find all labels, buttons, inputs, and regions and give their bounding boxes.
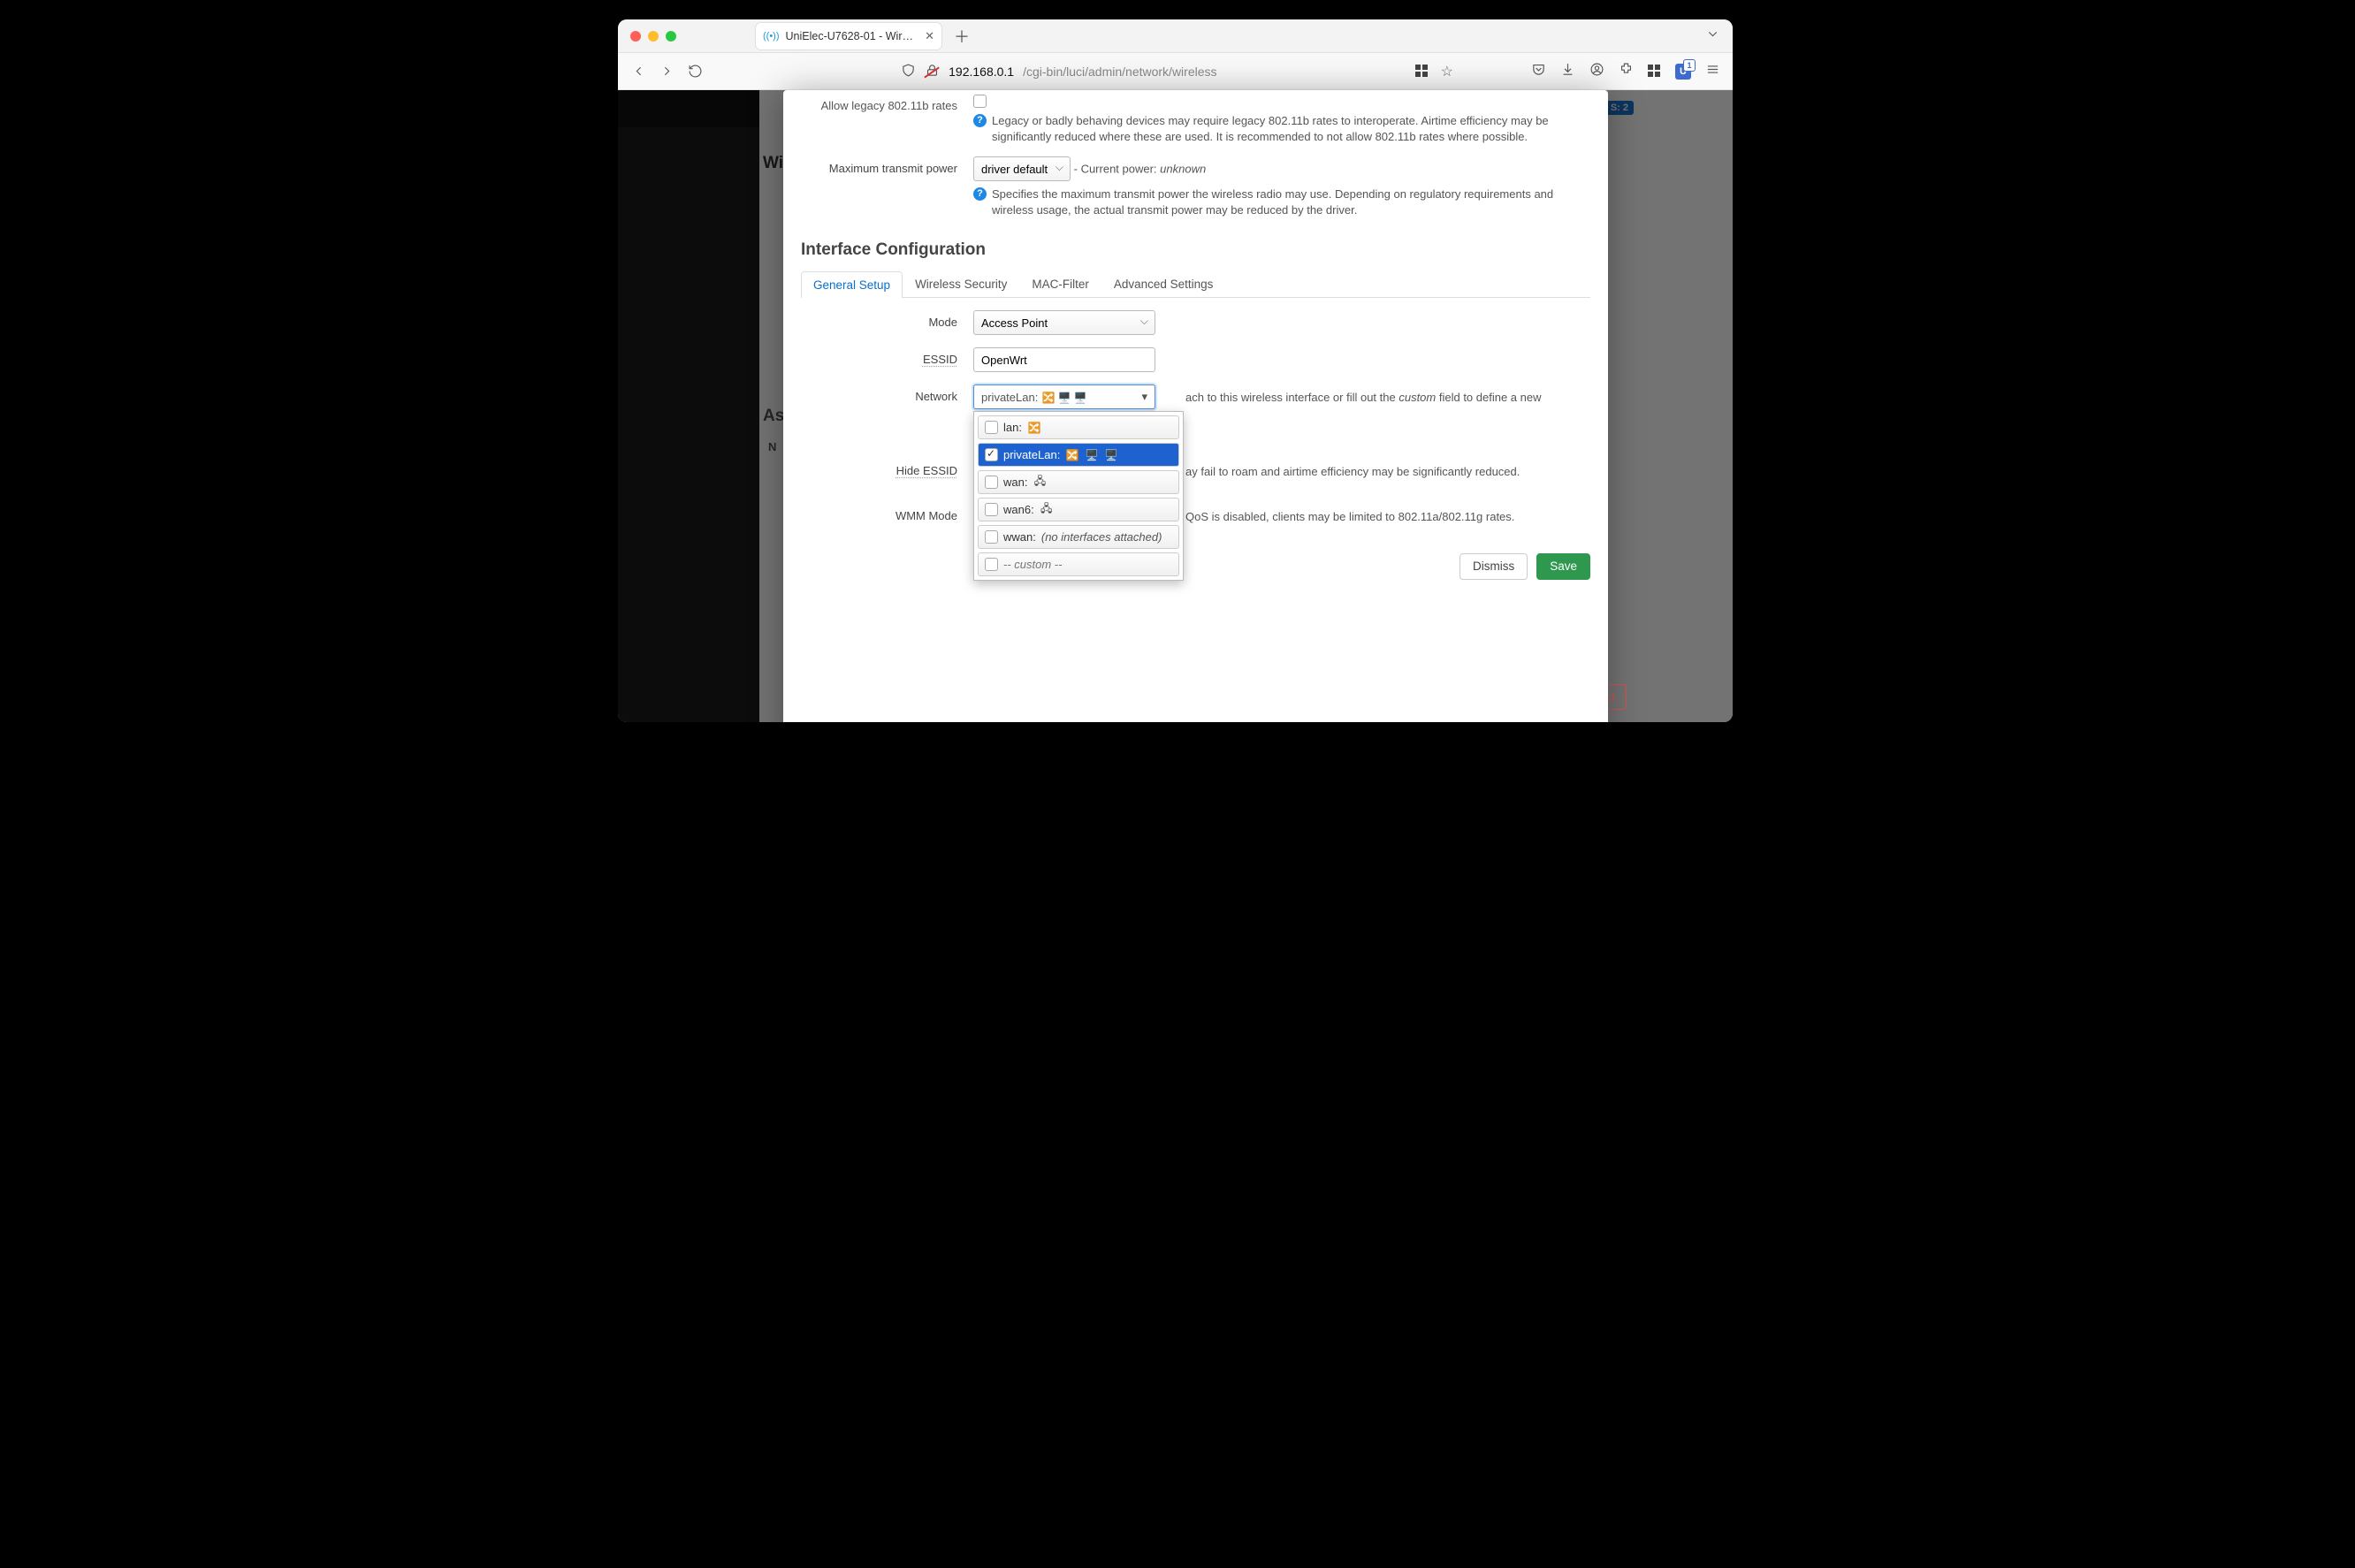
network-label: Network: [801, 384, 973, 403]
network-dropdown: lan: 🔀 privateLan: 🔀 🖥️ 🖥️: [973, 411, 1184, 581]
network-selected-value: privateLan:: [981, 391, 1038, 404]
device-icon: 🖥️: [1085, 449, 1099, 461]
option-checkbox[interactable]: [985, 503, 998, 516]
hide-essid-help: ay fail to roam and airtime efficiency m…: [1185, 464, 1520, 480]
hamburger-icon[interactable]: [1705, 62, 1720, 81]
dropdown-option-privatelan[interactable]: privateLan: 🔀 🖥️ 🖥️: [978, 443, 1179, 467]
extension-badge[interactable]: U: [1675, 64, 1691, 80]
network-multiselect[interactable]: privateLan: 🔀 🖥️ 🖥️ ▾: [973, 384, 1155, 409]
device-icon: 🖥️: [1104, 449, 1118, 461]
device-icon: 🖥️: [1057, 392, 1071, 404]
tx-power-help: Specifies the maximum transmit power the…: [992, 186, 1590, 217]
shield-icon[interactable]: [901, 63, 916, 80]
essid-label: ESSID: [801, 347, 973, 366]
tx-power-row: Maximum transmit power driver default - …: [801, 156, 1590, 217]
window-minimize[interactable]: [648, 31, 659, 42]
caret-down-icon: ▾: [1141, 390, 1147, 404]
extensions-icon[interactable]: [1619, 62, 1634, 81]
bridge-icon: 🔀: [1065, 449, 1079, 461]
tab-general-setup[interactable]: General Setup: [801, 271, 903, 298]
tx-power-label: Maximum transmit power: [801, 156, 973, 175]
dropdown-option-wan6[interactable]: wan6: 🖧: [978, 498, 1179, 521]
window-close[interactable]: [630, 31, 641, 42]
device-icon: 🖥️: [1073, 392, 1087, 404]
insecure-lock-icon[interactable]: [925, 63, 940, 80]
browser-tab[interactable]: ((•)) UniElec-U7628-01 - Wireless - ✕: [756, 23, 941, 49]
download-icon[interactable]: [1560, 62, 1575, 81]
interface-tabs: General Setup Wireless Security MAC-Filt…: [801, 270, 1590, 298]
grid-icon[interactable]: [1415, 65, 1429, 78]
hide-essid-row: Hide ESSID ay fail to roam and airtime e…: [801, 459, 1590, 480]
account-icon[interactable]: [1589, 62, 1604, 81]
page-content: S: 2 Wi As N 🖥️ Master "WhiteHouse- 50:C…: [618, 90, 1733, 722]
info-icon: ?: [973, 114, 987, 127]
url-path: /cgi-bin/luci/admin/network/wireless: [1023, 65, 1216, 79]
reload-button[interactable]: [687, 64, 703, 80]
toolbar-right: U: [1531, 62, 1720, 81]
interface-icons: 🔀 🖥️ 🖥️: [1041, 392, 1087, 404]
toolbar: 192.168.0.1/cgi-bin/luci/admin/network/w…: [618, 53, 1733, 90]
hide-essid-label: Hide ESSID: [801, 459, 973, 477]
dismiss-button[interactable]: Dismiss: [1459, 553, 1528, 580]
option-checkbox[interactable]: [985, 421, 998, 434]
bridge-icon: 🔀: [1041, 392, 1056, 404]
url-host: 192.168.0.1: [949, 65, 1014, 79]
dropdown-option-wan[interactable]: wan: 🖧: [978, 470, 1179, 494]
legacy-rates-checkbox[interactable]: [973, 95, 987, 108]
pocket-icon[interactable]: [1531, 62, 1546, 81]
bookmark-star-icon[interactable]: ☆: [1441, 63, 1453, 80]
tx-power-note: - Current power: unknown: [1074, 163, 1207, 176]
mode-label: Mode: [801, 310, 973, 329]
option-checkbox[interactable]: [985, 476, 998, 489]
option-checkbox[interactable]: [985, 448, 998, 461]
browser-window: ((•)) UniElec-U7628-01 - Wireless - ✕ ＋: [618, 19, 1733, 722]
bridge-icon: 🔀: [1027, 422, 1041, 434]
legacy-rates-help: Legacy or badly behaving devices may req…: [992, 113, 1590, 144]
back-button[interactable]: [630, 64, 646, 80]
dropdown-option-wwan[interactable]: wwan: (no interfaces attached): [978, 525, 1179, 549]
tx-power-select[interactable]: driver default: [973, 156, 1071, 181]
mode-row: Mode Access Point: [801, 310, 1590, 335]
info-icon: ?: [973, 187, 987, 201]
tab-wireless-security[interactable]: Wireless Security: [903, 270, 1019, 297]
custom-network-input[interactable]: [1003, 558, 1172, 571]
interface-config-heading: Interface Configuration: [801, 240, 1590, 260]
traffic-lights: [630, 31, 676, 42]
option-checkbox[interactable]: [985, 558, 998, 571]
option-checkbox[interactable]: [985, 530, 998, 544]
legacy-rates-row: Allow legacy 802.11b rates ? Legacy or b…: [801, 94, 1590, 144]
dropdown-option-custom[interactable]: [978, 552, 1179, 576]
legacy-rates-label: Allow legacy 802.11b rates: [801, 94, 973, 112]
titlebar: ((•)) UniElec-U7628-01 - Wireless - ✕ ＋: [618, 19, 1733, 53]
forward-button[interactable]: [659, 64, 674, 80]
ethernet-icon: 🖧: [1040, 504, 1054, 516]
wmm-row: WMM Mode QoS is disabled, clients may be…: [801, 504, 1590, 525]
tab-title: UniElec-U7628-01 - Wireless -: [786, 30, 919, 42]
window-zoom[interactable]: [666, 31, 676, 42]
modal-buttons: Dismiss Save: [801, 553, 1590, 580]
mode-select[interactable]: Access Point: [973, 310, 1155, 335]
essid-input[interactable]: [973, 347, 1155, 372]
save-button[interactable]: Save: [1536, 553, 1590, 580]
network-row: Network privateLan: 🔀 🖥️ 🖥️: [801, 384, 1590, 406]
tabs-chevron-icon[interactable]: [1705, 27, 1720, 46]
network-help: ach to this wireless interface or fill o…: [1185, 390, 1542, 406]
ethernet-icon: 🖧: [1033, 476, 1047, 489]
dropdown-option-lan[interactable]: lan: 🔀: [978, 415, 1179, 439]
url-bar[interactable]: 192.168.0.1/cgi-bin/luci/admin/network/w…: [715, 63, 1403, 80]
tab-mac-filter[interactable]: MAC-Filter: [1019, 270, 1101, 297]
wmm-label: WMM Mode: [801, 504, 973, 522]
new-tab-button[interactable]: ＋: [954, 25, 970, 48]
apps-icon[interactable]: [1648, 65, 1661, 78]
tab-advanced-settings[interactable]: Advanced Settings: [1101, 270, 1226, 297]
close-tab-icon[interactable]: ✕: [925, 30, 934, 42]
wireless-config-modal: Allow legacy 802.11b rates ? Legacy or b…: [783, 90, 1608, 722]
wifi-icon: ((•)): [763, 31, 780, 42]
essid-row: ESSID: [801, 347, 1590, 372]
wmm-help: QoS is disabled, clients may be limited …: [1185, 509, 1514, 525]
